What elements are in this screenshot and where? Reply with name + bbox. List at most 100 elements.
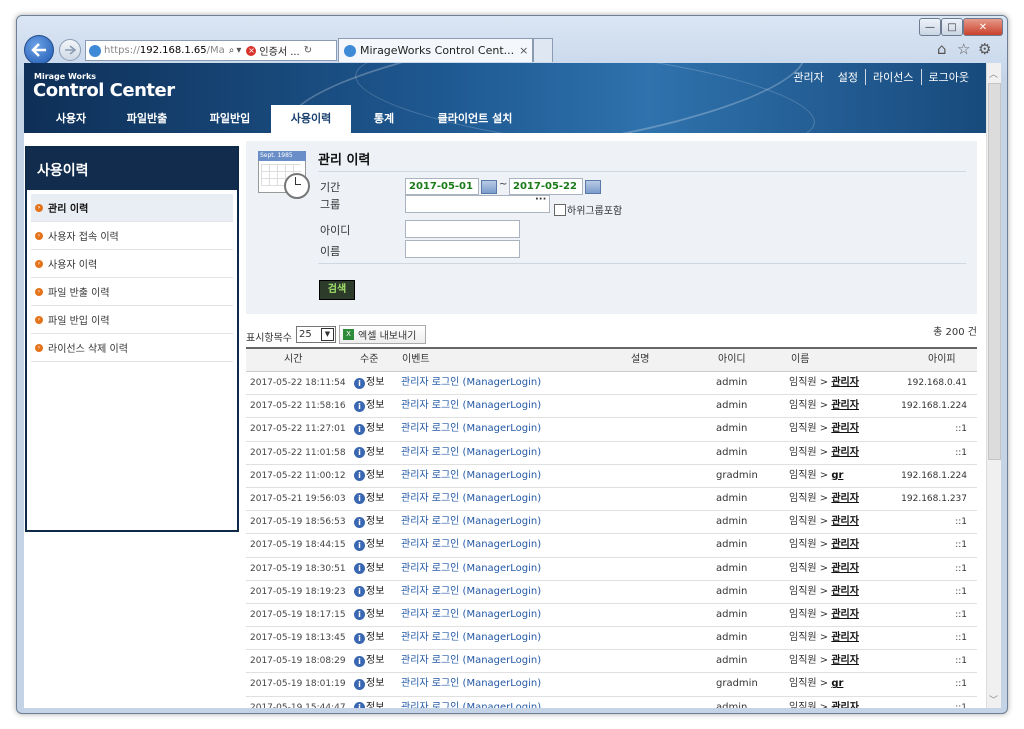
- include-subgroups-checkbox[interactable]: [554, 204, 566, 216]
- search-button[interactable]: 검색: [319, 280, 355, 300]
- table-row[interactable]: 2017-05-19 18:56:53 i 정보 관리자 로그인 (ManagerLo…: [246, 511, 977, 535]
- row-event-link[interactable]: 관리자 로그인 (ManagerLogin): [401, 534, 541, 556]
- row-name-link[interactable]: gr: [831, 470, 843, 481]
- menu-client-install[interactable]: 클라이언트 설치: [432, 105, 518, 133]
- sidebar-item-file-import-history[interactable]: › 파일 반입 이력: [31, 306, 233, 334]
- sidebar-item-file-export-history[interactable]: › 파일 반출 이력: [31, 278, 233, 306]
- dropdown-icon[interactable]: ▾: [236, 45, 241, 56]
- star-icon[interactable]: ☆: [957, 40, 970, 58]
- table-row[interactable]: 2017-05-19 15:44:47 i 정보 관리자 로그인 (ManagerLo…: [246, 697, 977, 708]
- row-event-link[interactable]: 관리자 로그인 (ManagerLogin): [401, 418, 541, 440]
- address-bar[interactable]: https:// 192.168.1.65 /Ma ⌕ ▾ × 인증서 ... …: [85, 40, 337, 61]
- row-name-link[interactable]: 관리자: [831, 609, 859, 620]
- cert-label[interactable]: 인증서 ...: [259, 43, 299, 58]
- refresh-icon[interactable]: ↻: [304, 45, 312, 56]
- col-event[interactable]: 이벤트: [402, 349, 430, 371]
- table-row[interactable]: 2017-05-22 11:27:01 i 정보 관리자 로그인 (ManagerLo…: [246, 418, 977, 442]
- group-field[interactable]: [405, 195, 550, 213]
- gear-icon[interactable]: ⚙: [978, 40, 991, 58]
- table-row[interactable]: 2017-05-19 18:08:29 i 정보 관리자 로그인 (ManagerLo…: [246, 650, 977, 674]
- row-name-link[interactable]: 관리자: [831, 493, 859, 504]
- menu-statistics[interactable]: 통계: [364, 105, 404, 133]
- excel-export-button[interactable]: X 엑셀 내보내기: [339, 325, 426, 344]
- row-event-link[interactable]: 관리자 로그인 (ManagerLogin): [401, 673, 541, 695]
- table-row[interactable]: 2017-05-19 18:13:45 i 정보 관리자 로그인 (ManagerLo…: [246, 627, 977, 651]
- row-name-link[interactable]: 관리자: [831, 586, 859, 597]
- row-event-link[interactable]: 관리자 로그인 (ManagerLogin): [401, 465, 541, 487]
- table-row[interactable]: 2017-05-19 18:44:15 i 정보 관리자 로그인 (ManagerLo…: [246, 534, 977, 558]
- table-row[interactable]: 2017-05-19 18:01:19 i 정보 관리자 로그인 (ManagerLo…: [246, 673, 977, 697]
- maximize-button[interactable]: □: [941, 18, 963, 36]
- back-button[interactable]: [24, 35, 54, 65]
- page-size-select[interactable]: 25 ▼: [296, 326, 336, 343]
- row-event-link[interactable]: 관리자 로그인 (ManagerLogin): [401, 442, 541, 464]
- group-picker-icon[interactable]: ···: [535, 194, 546, 205]
- table-row[interactable]: 2017-05-22 18:11:54 i 정보 관리자 로그인 (ManagerLo…: [246, 372, 977, 396]
- calendar-to-icon[interactable]: [585, 180, 601, 194]
- date-from-input[interactable]: 2017-05-01: [405, 178, 479, 195]
- row-event-link[interactable]: 관리자 로그인 (ManagerLogin): [401, 558, 541, 580]
- home-icon[interactable]: ⌂: [937, 40, 947, 58]
- tab-active[interactable]: MirageWorks Control Cent... ×: [338, 38, 533, 62]
- table-row[interactable]: 2017-05-22 11:01:58 i 정보 관리자 로그인 (ManagerLo…: [246, 442, 977, 465]
- search-icon[interactable]: ⌕: [229, 45, 235, 56]
- sidebar-item-user-history[interactable]: › 사용자 이력: [31, 250, 233, 278]
- col-time[interactable]: 시간: [284, 349, 302, 371]
- table-row[interactable]: 2017-05-22 11:58:16 i 정보 관리자 로그인 (ManagerLo…: [246, 395, 977, 419]
- table-row[interactable]: 2017-05-22 11:00:12 i 정보 관리자 로그인 (ManagerLo…: [246, 465, 977, 488]
- top-link-license[interactable]: 라이선스: [865, 69, 920, 85]
- col-level[interactable]: 수준: [360, 349, 378, 371]
- row-name-link[interactable]: 관리자: [831, 539, 859, 550]
- row-name-link[interactable]: 관리자: [831, 655, 859, 666]
- row-event-link[interactable]: 관리자 로그인 (ManagerLogin): [401, 581, 541, 603]
- scroll-down-icon[interactable]: ﹀: [989, 693, 998, 706]
- col-name[interactable]: 이름: [791, 349, 809, 371]
- row-name-link[interactable]: 관리자: [831, 516, 859, 527]
- menu-file-export[interactable]: 파일반출: [117, 105, 177, 133]
- row-name-link[interactable]: 관리자: [831, 400, 859, 411]
- new-tab-button[interactable]: [533, 38, 553, 62]
- close-window-button[interactable]: ✕: [963, 18, 1003, 36]
- table-row[interactable]: 2017-05-19 18:19:23 i 정보 관리자 로그인 (ManagerLo…: [246, 581, 977, 604]
- top-link-admin[interactable]: 관리자: [786, 69, 830, 85]
- name-input[interactable]: [405, 240, 520, 258]
- forward-button[interactable]: [59, 39, 81, 61]
- date-to-input[interactable]: 2017-05-22: [509, 178, 583, 195]
- menu-users[interactable]: 사용자: [42, 105, 100, 133]
- menu-file-import[interactable]: 파일반입: [200, 105, 260, 133]
- row-name-link[interactable]: 관리자: [831, 423, 859, 434]
- sidebar-item-admin-history[interactable]: › 관리 이력: [31, 194, 233, 222]
- row-name-link[interactable]: 관리자: [831, 632, 859, 643]
- table-row[interactable]: 2017-05-21 19:56:03 i 정보 관리자 로그인 (ManagerLo…: [246, 488, 977, 512]
- brand-title[interactable]: Control Center: [33, 80, 175, 101]
- row-name-link[interactable]: gr: [831, 678, 843, 689]
- scroll-thumb[interactable]: [988, 83, 1001, 460]
- top-link-settings[interactable]: 설정: [831, 69, 865, 85]
- col-ip[interactable]: 아이피: [928, 349, 956, 371]
- row-event-link[interactable]: 관리자 로그인 (ManagerLogin): [401, 627, 541, 649]
- menu-usage-history[interactable]: 사용이력: [271, 105, 351, 133]
- row-event-link[interactable]: 관리자 로그인 (ManagerLogin): [401, 604, 541, 626]
- calendar-from-icon[interactable]: [481, 180, 497, 194]
- col-description[interactable]: 설명: [631, 349, 649, 371]
- row-event-link[interactable]: 관리자 로그인 (ManagerLogin): [401, 697, 541, 708]
- row-event-link[interactable]: 관리자 로그인 (ManagerLogin): [401, 372, 541, 394]
- tab-close-icon[interactable]: ×: [519, 44, 528, 57]
- scroll-up-icon[interactable]: ︿: [989, 67, 998, 80]
- row-name-link[interactable]: 관리자: [831, 563, 859, 574]
- row-event-link[interactable]: 관리자 로그인 (ManagerLogin): [401, 488, 541, 510]
- vertical-scrollbar[interactable]: ︿ ﹀: [986, 63, 1001, 708]
- col-id[interactable]: 아이디: [718, 349, 746, 371]
- top-link-logout[interactable]: 로그아웃: [920, 69, 976, 85]
- minimize-button[interactable]: —: [919, 18, 941, 36]
- row-event-link[interactable]: 관리자 로그인 (ManagerLogin): [401, 650, 541, 672]
- row-event-link[interactable]: 관리자 로그인 (ManagerLogin): [401, 511, 541, 533]
- sidebar-item-license-delete-history[interactable]: › 라이선스 삭제 이력: [31, 334, 233, 362]
- sidebar-item-user-access-history[interactable]: › 사용자 접속 이력: [31, 222, 233, 250]
- row-name-link[interactable]: 관리자: [831, 447, 859, 458]
- table-row[interactable]: 2017-05-19 18:17:15 i 정보 관리자 로그인 (ManagerLo…: [246, 604, 977, 628]
- row-event-link[interactable]: 관리자 로그인 (ManagerLogin): [401, 395, 541, 417]
- table-row[interactable]: 2017-05-19 18:30:51 i 정보 관리자 로그인 (ManagerLo…: [246, 558, 977, 581]
- row-name-link[interactable]: 관리자: [831, 377, 859, 388]
- id-input[interactable]: [405, 220, 520, 238]
